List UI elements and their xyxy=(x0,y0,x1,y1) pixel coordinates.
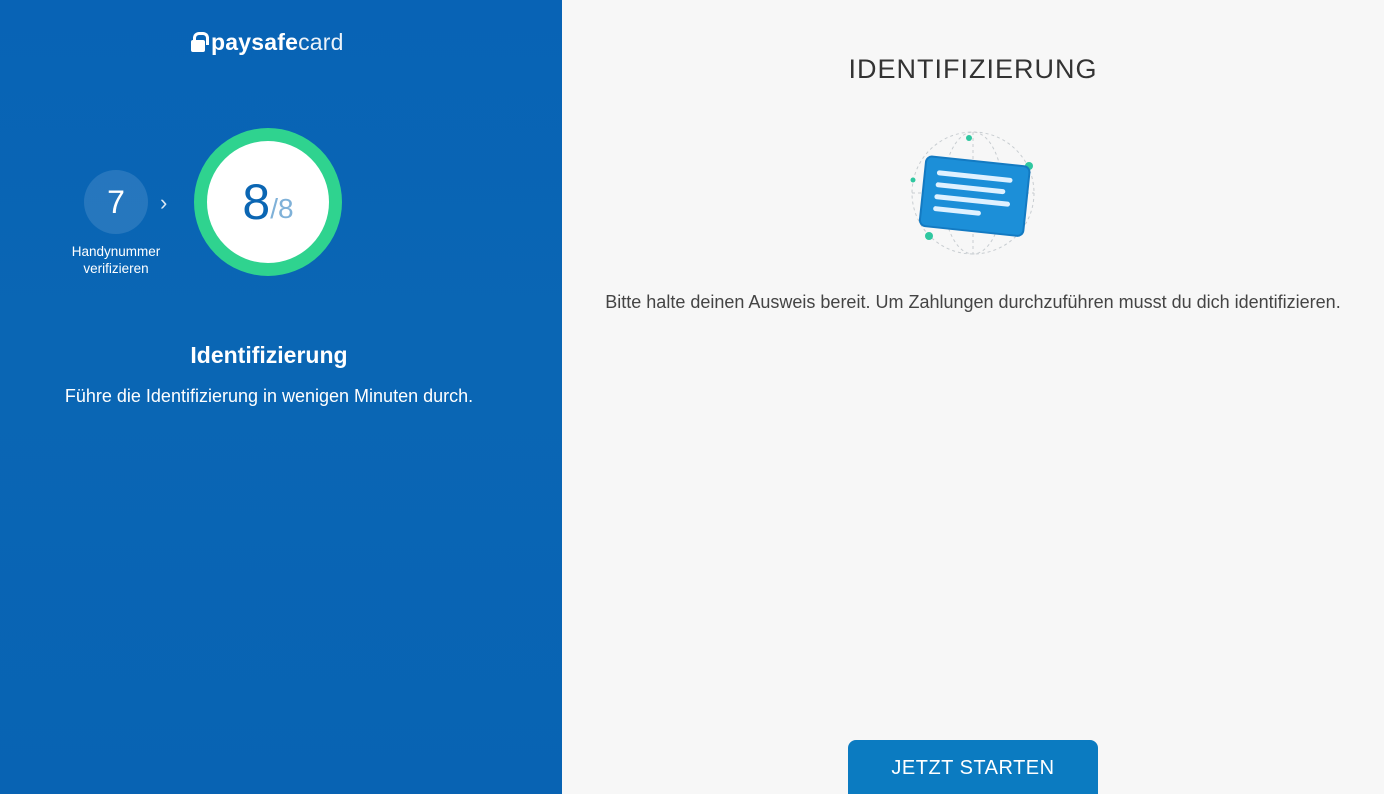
previous-step-number: 7 xyxy=(107,183,125,220)
right-panel: IDENTIFIZIERUNG Bitte halte deinen Auswe… xyxy=(562,0,1384,794)
paysafecard-logo: paysafe card xyxy=(191,28,344,56)
chevron-right-icon: › xyxy=(160,190,168,215)
start-button[interactable]: JETZT STARTEN xyxy=(848,740,1098,794)
left-subtitle: Führe die Identifizierung in wenigen Min… xyxy=(64,386,474,406)
instruction-text: Bitte halte deinen Ausweis bereit. Um Za… xyxy=(605,292,1341,312)
page-title: IDENTIFIZIERUNG xyxy=(848,54,1098,84)
lock-icon xyxy=(191,32,209,52)
previous-step-circle: 7 xyxy=(84,170,148,234)
left-title: Identifizierung xyxy=(190,342,348,368)
left-panel: paysafe card 7 Handynummer verifizieren ›… xyxy=(0,0,562,794)
current-step-number: 8 xyxy=(242,174,271,230)
previous-step-label: Handynummer verifizieren xyxy=(71,244,161,276)
id-card-icon xyxy=(910,131,1035,255)
logo-text-bold: paysafe xyxy=(211,28,299,55)
logo-text-thin: card xyxy=(298,28,344,55)
current-step-circle: 8 /8 xyxy=(194,128,342,276)
current-step-total: /8 xyxy=(270,193,294,224)
